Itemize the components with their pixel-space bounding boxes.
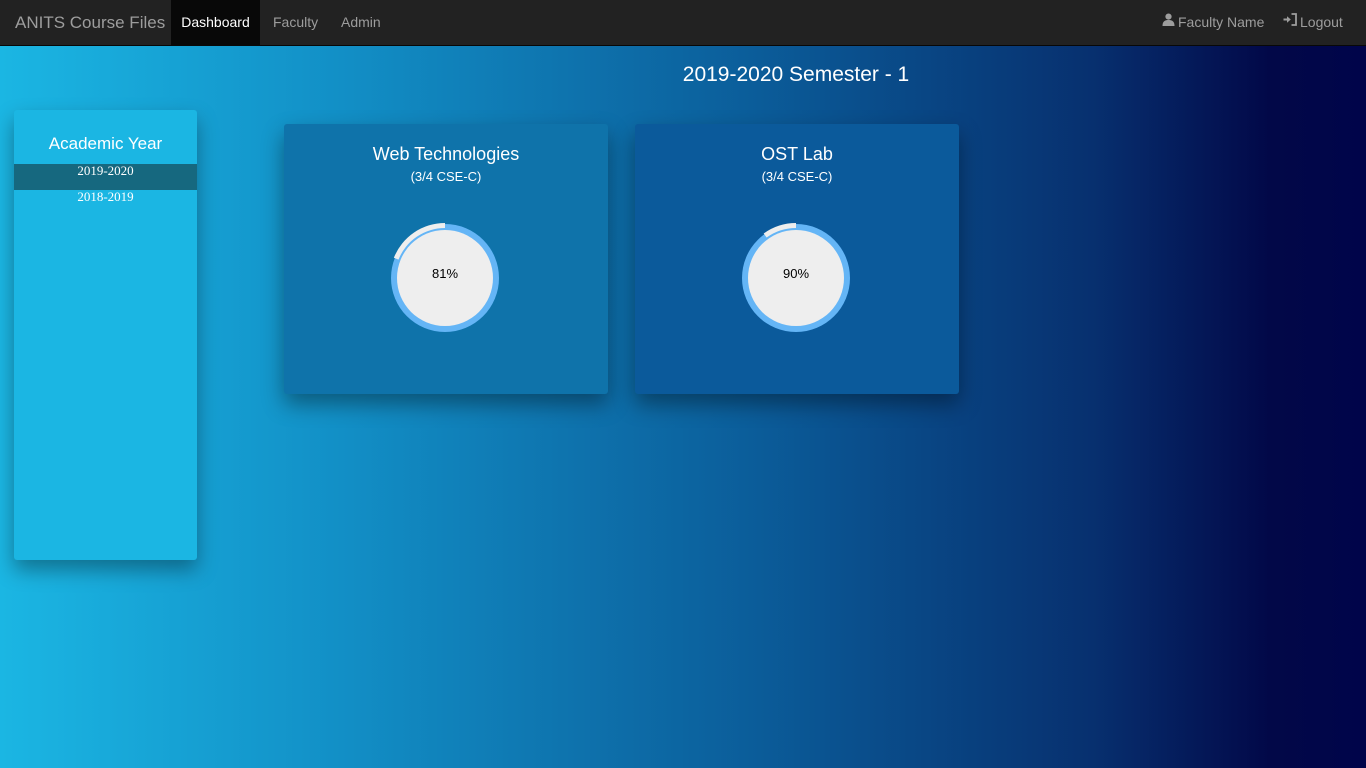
course-title: OST Lab	[761, 144, 833, 164]
sidebar-item-label: 2019-2020	[77, 163, 134, 178]
course-card-web-technologies[interactable]: Web Technologies (3/4 CSE-C) 81%	[284, 124, 608, 394]
progress-percent-label: 81%	[431, 266, 459, 281]
academic-year-sidebar: Academic Year 2019-2020 2018-2019	[14, 110, 197, 560]
nav-faculty[interactable]: Faculty	[273, 0, 318, 46]
logout-icon	[1283, 0, 1297, 43]
user-name-label: Faculty Name	[1178, 14, 1265, 30]
brand-link[interactable]: ANITS Course Files	[15, 13, 165, 33]
sidebar-title: Academic Year	[48, 134, 163, 153]
course-section: (3/4 CSE-C)	[410, 169, 482, 184]
sidebar-item-label: 2018-2019	[77, 189, 134, 204]
logout-label: Logout	[1300, 14, 1343, 30]
academic-year-list: 2019-2020 2018-2019	[14, 164, 197, 216]
progress-percent-label: 90%	[782, 266, 810, 281]
sidebar-item-2018-2019[interactable]: 2018-2019	[14, 190, 197, 216]
nav-admin[interactable]: Admin	[341, 0, 381, 46]
logout-button[interactable]: Logout	[1283, 0, 1343, 46]
nav-dashboard[interactable]: Dashboard	[171, 0, 260, 46]
course-card-ost-lab[interactable]: OST Lab (3/4 CSE-C) 90%	[635, 124, 959, 394]
nav-user-profile[interactable]: Faculty Name	[1162, 0, 1264, 46]
top-navbar: ANITS Course Files Dashboard Faculty Adm…	[0, 0, 1366, 46]
sidebar-item-2019-2020[interactable]: 2019-2020	[14, 164, 197, 190]
user-icon	[1162, 0, 1175, 43]
page-title: 2019-2020 Semester - 1	[682, 63, 910, 86]
course-section: (3/4 CSE-C)	[761, 169, 833, 184]
course-title: Web Technologies	[372, 144, 520, 164]
